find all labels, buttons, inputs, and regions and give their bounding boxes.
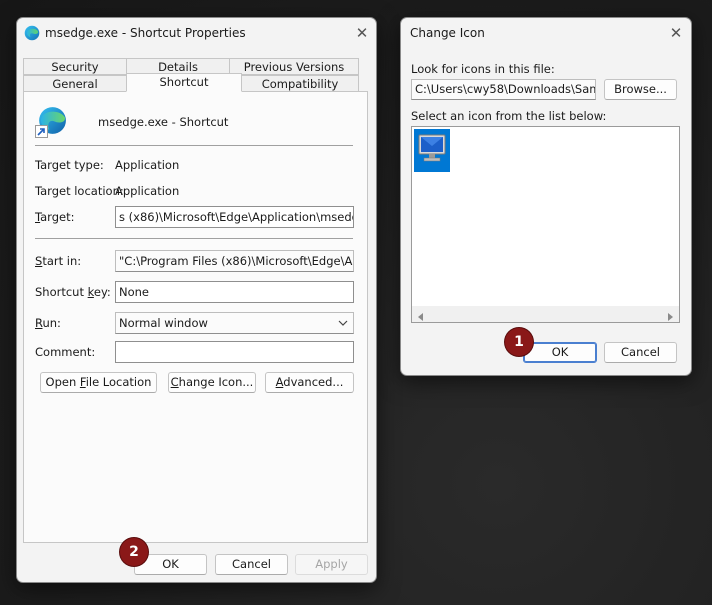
- run-select[interactable]: Normal window: [115, 312, 354, 334]
- shortcut-key-label: Shortcut key:: [35, 285, 111, 299]
- run-label: Run:: [35, 316, 61, 330]
- change-icon-button[interactable]: Change Icon...: [168, 372, 256, 393]
- divider: [35, 145, 353, 146]
- icon-list[interactable]: [411, 126, 680, 323]
- tab-general[interactable]: General: [23, 75, 127, 92]
- dialog-title: Change Icon: [410, 26, 485, 40]
- icon-file-path-field[interactable]: C:\Users\cwy58\Downloads\SampleIc: [411, 79, 596, 100]
- target-field[interactable]: s (x86)\Microsoft\Edge\Application\msedg…: [115, 206, 354, 228]
- dialog-title: msedge.exe - Shortcut Properties: [45, 26, 246, 40]
- title-bar[interactable]: msedge.exe - Shortcut Properties ✕: [17, 18, 376, 48]
- close-icon[interactable]: ✕: [665, 22, 687, 44]
- icon-list-item[interactable]: [414, 129, 450, 172]
- computer-monitor-icon: [416, 132, 448, 167]
- step-badge-1: 1: [505, 328, 533, 356]
- shortcut-name: msedge.exe - Shortcut: [98, 115, 229, 129]
- open-file-location-button[interactable]: Open File Location: [40, 372, 157, 393]
- advanced-button[interactable]: Advanced...: [265, 372, 354, 393]
- close-icon[interactable]: ✕: [351, 22, 373, 44]
- run-value: Normal window: [119, 316, 208, 330]
- browse-button[interactable]: Browse...: [604, 79, 677, 100]
- target-location-value: Application: [115, 184, 180, 198]
- comment-field[interactable]: [115, 341, 354, 363]
- target-label: Target:: [35, 210, 75, 224]
- tab-shortcut[interactable]: Shortcut: [126, 73, 242, 92]
- shortcut-key-field[interactable]: None: [115, 281, 354, 303]
- apply-button[interactable]: Apply: [295, 554, 368, 575]
- start-in-field[interactable]: "C:\Program Files (x86)\Microsoft\Edge\A…: [115, 250, 354, 272]
- target-type-label: Target type:: [35, 158, 104, 172]
- target-location-label: Target location:: [35, 184, 124, 198]
- edge-logo-icon: [24, 25, 40, 41]
- ok-button[interactable]: OK: [523, 342, 597, 363]
- cancel-button[interactable]: Cancel: [604, 342, 677, 363]
- shortcut-arrow-icon: [35, 125, 48, 138]
- horizontal-scrollbar[interactable]: [412, 306, 679, 322]
- select-icon-label: Select an icon from the list below:: [411, 109, 607, 123]
- divider: [35, 238, 353, 239]
- start-in-label: Start in:: [35, 254, 82, 268]
- chevron-down-icon: [338, 313, 348, 333]
- scroll-left-icon[interactable]: [417, 310, 425, 324]
- look-for-icons-label: Look for icons in this file:: [411, 62, 555, 76]
- scroll-right-icon[interactable]: [666, 310, 674, 324]
- comment-label: Comment:: [35, 345, 96, 359]
- step-badge-2: 2: [120, 538, 148, 566]
- tab-previous-versions[interactable]: Previous Versions: [229, 58, 359, 75]
- change-icon-dialog: Change Icon ✕ Look for icons in this fil…: [400, 17, 692, 376]
- shortcut-properties-dialog: msedge.exe - Shortcut Properties ✕ Secur…: [16, 17, 377, 583]
- title-bar[interactable]: Change Icon ✕: [401, 18, 691, 48]
- target-type-value: Application: [115, 158, 180, 172]
- cancel-button[interactable]: Cancel: [215, 554, 288, 575]
- shortcut-tab-panel: msedge.exe - Shortcut Target type: Appli…: [23, 91, 368, 543]
- tab-compatibility[interactable]: Compatibility: [241, 75, 359, 92]
- tab-security[interactable]: Security: [23, 58, 127, 75]
